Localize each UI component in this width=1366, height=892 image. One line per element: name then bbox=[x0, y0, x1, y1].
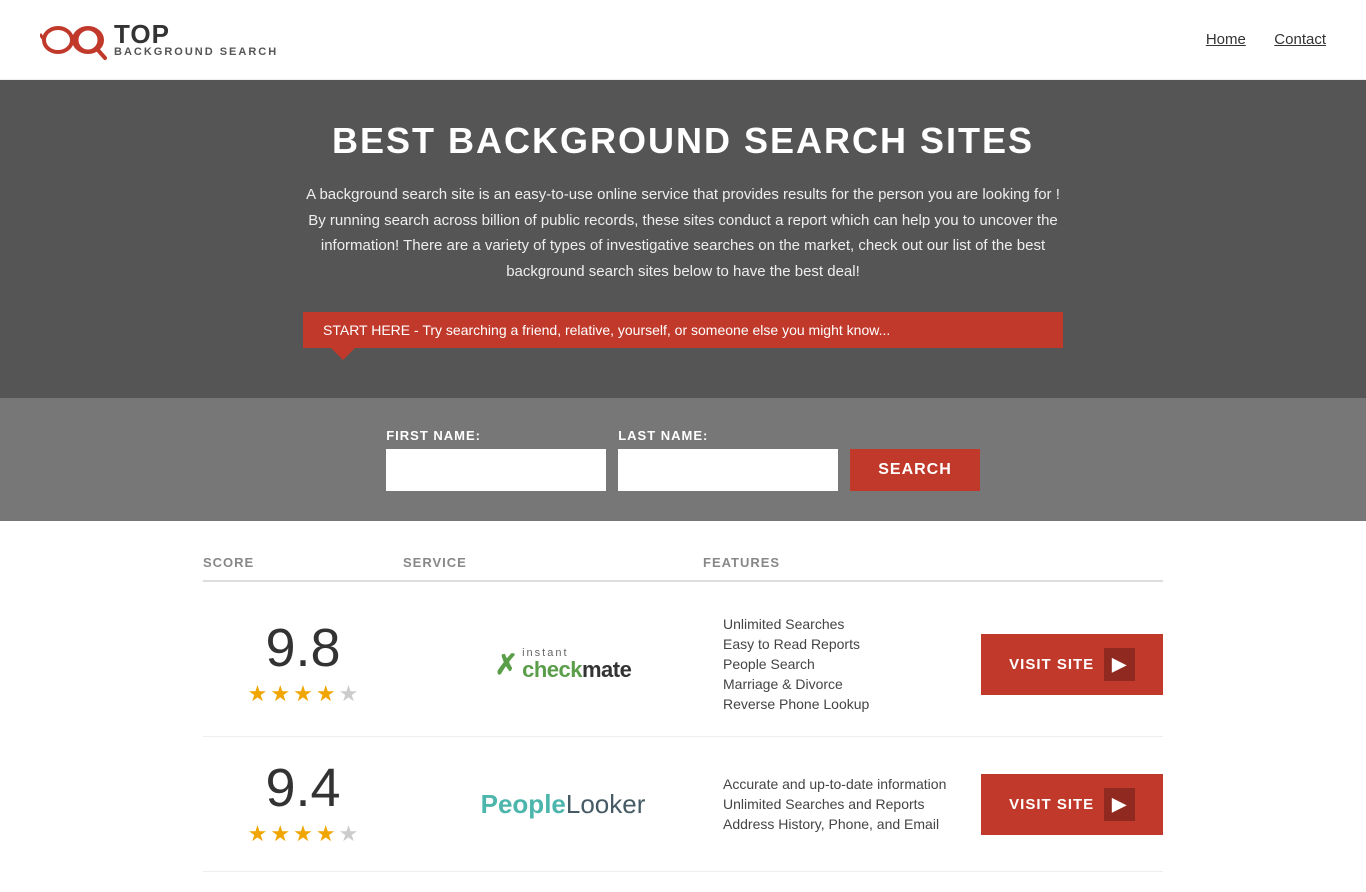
first-name-input[interactable] bbox=[386, 449, 606, 491]
start-banner: START HERE - Try searching a friend, rel… bbox=[303, 312, 1063, 348]
star-1: ★ bbox=[248, 821, 268, 847]
checkmate-text: instant checkmate bbox=[522, 648, 631, 681]
hero-description: A background search site is an easy-to-u… bbox=[303, 182, 1063, 284]
feature-item: Accurate and up-to-date information bbox=[723, 776, 971, 792]
visit-site-label-1: VISIT SITE bbox=[1009, 656, 1094, 673]
logo-sub-text: BACKGROUND SEARCH bbox=[114, 47, 278, 58]
first-name-label: FIRST NAME: bbox=[386, 428, 606, 443]
start-banner-text: START HERE - Try searching a friend, rel… bbox=[323, 322, 890, 338]
feature-item: People Search bbox=[723, 656, 971, 672]
star-1: ★ bbox=[248, 681, 268, 707]
main-nav: Home Contact bbox=[1182, 31, 1326, 49]
star-5: ★ bbox=[339, 681, 359, 707]
score-number-1: 9.8 bbox=[265, 621, 340, 675]
service-column-1: ✗ instant checkmate bbox=[413, 648, 713, 681]
logo-icon bbox=[40, 12, 110, 67]
nav-contact[interactable]: Contact bbox=[1274, 31, 1326, 48]
page-title: BEST BACKGROUND SEARCH SITES bbox=[20, 120, 1346, 162]
last-name-label: LAST NAME: bbox=[618, 428, 838, 443]
site-header: TOP BACKGROUND SEARCH Home Contact bbox=[0, 0, 1366, 80]
checkmate-x-icon: ✗ bbox=[495, 648, 518, 681]
arrow-icon: ▶ bbox=[1104, 788, 1135, 821]
hero-section: BEST BACKGROUND SEARCH SITES A backgroun… bbox=[0, 80, 1366, 398]
score-column-2: 9.4 ★ ★ ★ ★ ★ bbox=[203, 761, 403, 847]
arrow-icon: ▶ bbox=[1104, 648, 1135, 681]
stars-2: ★ ★ ★ ★ ★ bbox=[248, 821, 359, 847]
star-4: ★ bbox=[316, 821, 336, 847]
last-name-input[interactable] bbox=[618, 449, 838, 491]
header-service: SERVICE bbox=[403, 555, 703, 570]
table-row: 9.4 ★ ★ ★ ★ ★ PeopleLooker Accurate and … bbox=[203, 737, 1163, 872]
features-column-1: Unlimited Searches Easy to Read Reports … bbox=[723, 616, 971, 712]
logo-text: TOP BACKGROUND SEARCH bbox=[114, 21, 278, 58]
search-button[interactable]: SEARCH bbox=[850, 449, 980, 491]
star-2: ★ bbox=[270, 681, 290, 707]
star-3: ★ bbox=[293, 821, 313, 847]
star-3: ★ bbox=[293, 681, 313, 707]
visit-site-label-2: VISIT SITE bbox=[1009, 796, 1094, 813]
feature-item: Unlimited Searches and Reports bbox=[723, 796, 971, 812]
feature-item: Easy to Read Reports bbox=[723, 636, 971, 652]
feature-item: Address History, Phone, and Email bbox=[723, 816, 971, 832]
star-5: ★ bbox=[339, 821, 359, 847]
visit-site-button-1[interactable]: VISIT SITE ▶ bbox=[981, 634, 1163, 695]
stars-1: ★ ★ ★ ★ ★ bbox=[248, 681, 359, 707]
feature-item: Marriage & Divorce bbox=[723, 676, 971, 692]
search-form: FIRST NAME: LAST NAME: SEARCH bbox=[20, 428, 1346, 491]
service-column-2: PeopleLooker bbox=[413, 789, 713, 820]
logo: TOP BACKGROUND SEARCH bbox=[40, 12, 278, 67]
table-header: SCORE SERVICE FEATURES bbox=[203, 541, 1163, 582]
feature-item: Reverse Phone Lookup bbox=[723, 696, 971, 712]
search-form-section: FIRST NAME: LAST NAME: SEARCH bbox=[0, 398, 1366, 521]
last-name-group: LAST NAME: bbox=[618, 428, 838, 491]
nav-home[interactable]: Home bbox=[1206, 31, 1246, 48]
features-column-2: Accurate and up-to-date information Unli… bbox=[723, 776, 971, 832]
feature-item: Unlimited Searches bbox=[723, 616, 971, 632]
first-name-group: FIRST NAME: bbox=[386, 428, 606, 491]
logo-top-text: TOP bbox=[114, 21, 278, 47]
peoplelooker-logo: PeopleLooker bbox=[481, 789, 646, 820]
score-number-2: 9.4 bbox=[265, 761, 340, 815]
results-section: SCORE SERVICE FEATURES 9.8 ★ ★ ★ ★ ★ ✗ i… bbox=[183, 521, 1183, 892]
visit-site-button-2[interactable]: VISIT SITE ▶ bbox=[981, 774, 1163, 835]
table-row: 9.8 ★ ★ ★ ★ ★ ✗ instant checkmate Unlimi… bbox=[203, 592, 1163, 737]
header-features: FEATURES bbox=[703, 555, 1163, 570]
score-column-1: 9.8 ★ ★ ★ ★ ★ bbox=[203, 621, 403, 707]
star-2: ★ bbox=[270, 821, 290, 847]
star-4: ★ bbox=[316, 681, 336, 707]
header-score: SCORE bbox=[203, 555, 403, 570]
checkmate-logo: ✗ instant checkmate bbox=[495, 648, 632, 681]
